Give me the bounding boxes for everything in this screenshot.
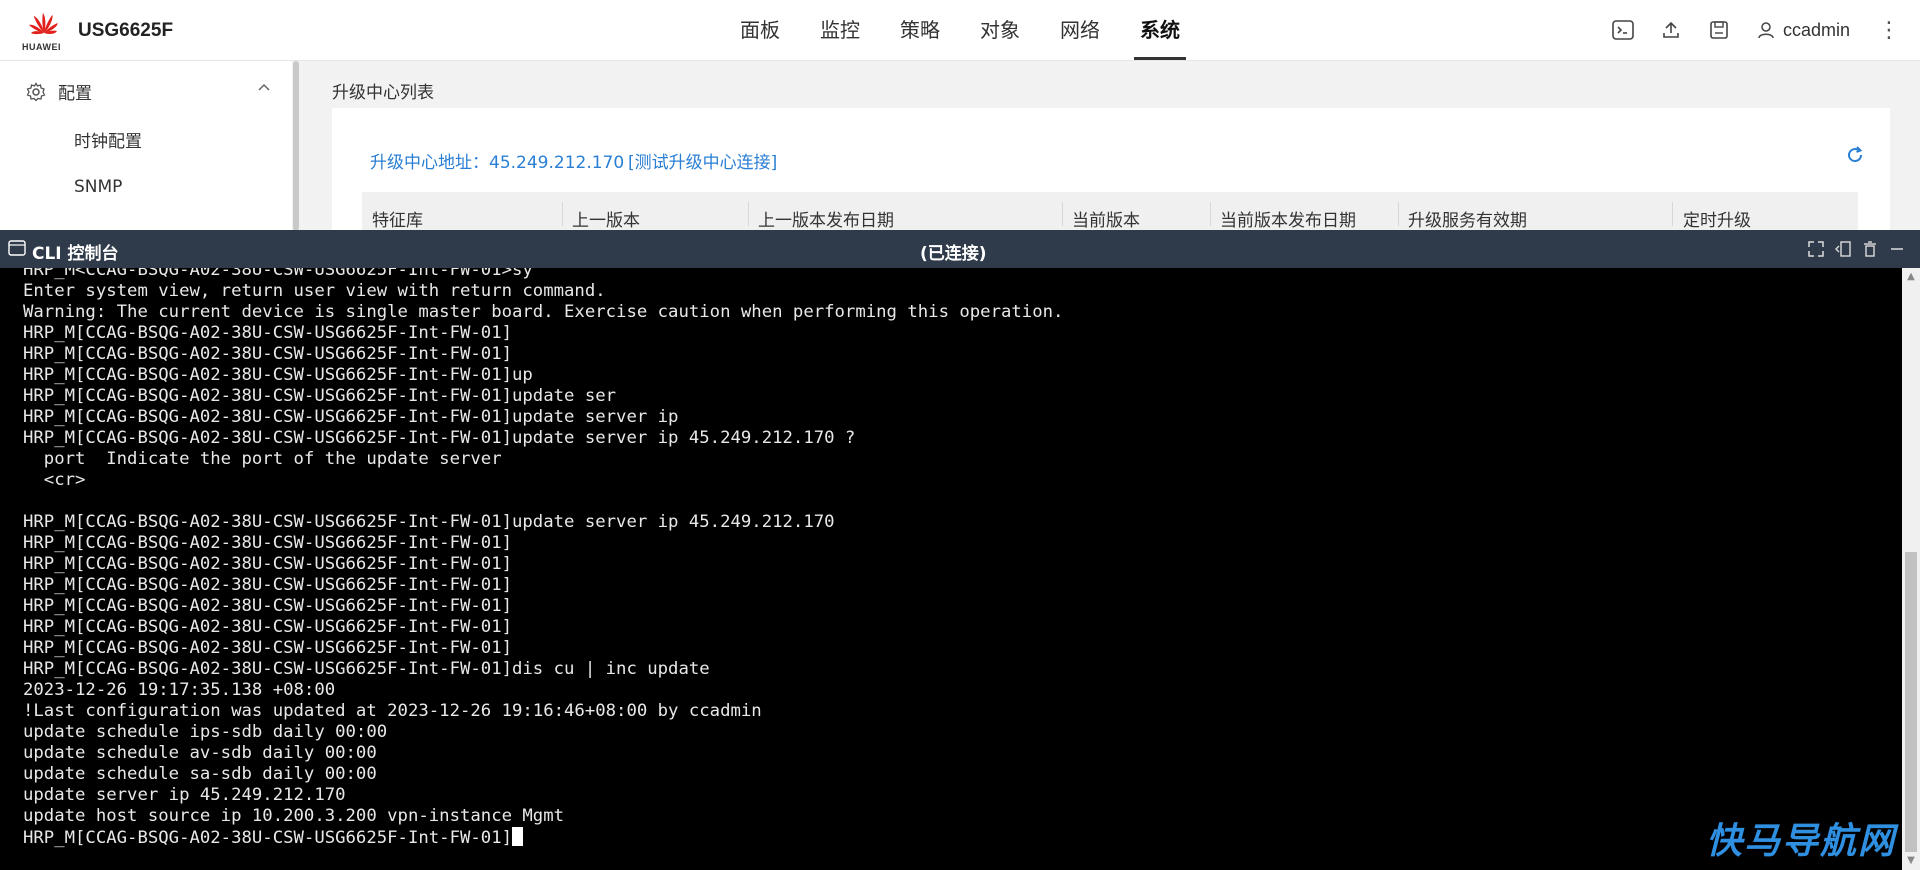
update-center-address: 升级中心地址：45.249.212.170 — [370, 153, 625, 173]
scroll-up-icon[interactable]: ▲ — [1906, 272, 1916, 282]
terminal-line: HRP_M[CCAG-BSQG-A02-38U-CSW-USG6625F-Int… — [23, 575, 512, 595]
terminal-line: HRP_M[CCAG-BSQG-A02-38U-CSW-USG6625F-Int… — [23, 638, 512, 658]
terminal-line: HRP_M[CCAG-BSQG-A02-38U-CSW-USG6625F-Int… — [23, 323, 512, 343]
clear-icon[interactable] — [1861, 240, 1879, 258]
gear-icon — [26, 81, 46, 101]
cli-titlebar: CLI 控制台 (已连接) — [0, 230, 1920, 268]
refresh-icon[interactable] — [1846, 146, 1864, 164]
column-header: 当前版本 — [1072, 211, 1140, 231]
terminal-line: !Last configuration was updated at 2023-… — [23, 701, 762, 721]
terminal-line: <cr> — [43, 470, 86, 490]
console-icon — [8, 240, 26, 256]
nav-network[interactable]: 网络 — [1048, 0, 1112, 60]
column-divider — [1672, 202, 1673, 226]
column-divider — [1210, 202, 1211, 226]
terminal-line: update schedule av-sdb daily 00:00 — [23, 743, 377, 763]
terminal-line: HRP_M[CCAG-BSQG-A02-38U-CSW-USG6625F-Int… — [23, 596, 512, 616]
nav-monitor[interactable]: 监控 — [808, 0, 872, 60]
save-icon[interactable] — [1707, 18, 1731, 42]
terminal-line: update server ip 45.249.212.170 — [23, 785, 346, 805]
nav-policy[interactable]: 策略 — [888, 0, 952, 60]
terminal-line: 2023-12-26 19:17:35.138 +08:00 — [23, 680, 336, 700]
terminal-history: HRP_M<CCAG-BSQG-A02-38U-CSW-USG6625F-Int… — [23, 268, 1063, 826]
top-header: HUAWEI USG6625F 面板 监控 策略 对象 网络 系统 ccadmi… — [0, 0, 1920, 61]
dock-icon[interactable] — [1834, 240, 1852, 258]
maximize-icon[interactable] — [1807, 240, 1825, 258]
username: ccadmin — [1782, 19, 1850, 40]
column-header: 升级服务有效期 — [1408, 211, 1527, 231]
update-center-card: 升级中心地址：45.249.212.170 [测试升级中心连接] 特征库 上一版… — [332, 108, 1890, 238]
terminal-line: update schedule sa-sdb daily 00:00 — [23, 764, 377, 784]
minimize-icon[interactable] — [1888, 240, 1906, 258]
product-name: USG6625F — [78, 20, 174, 41]
terminal-line: HRP_M[CCAG-BSQG-A02-38U-CSW-USG6625F-Int… — [23, 386, 617, 406]
sidebar-item-clock[interactable]: 时钟配置 — [74, 127, 142, 152]
nav-dashboard[interactable]: 面板 — [728, 0, 792, 60]
terminal-line: HRP_M[CCAG-BSQG-A02-38U-CSW-USG6625F-Int… — [23, 533, 512, 553]
terminal-line: HRP_M[CCAG-BSQG-A02-38U-CSW-USG6625F-Int… — [23, 617, 512, 637]
site-watermark: 快马导航网 — [1705, 821, 1896, 862]
sidebar: 配置 时钟配置 SNMP — [0, 61, 292, 231]
terminal-icon[interactable] — [1611, 18, 1635, 42]
column-header: 上一版本发布日期 — [758, 211, 894, 231]
upload-icon[interactable] — [1659, 18, 1683, 42]
cli-status: (已连接) — [920, 244, 987, 264]
terminal-line: HRP_M[CCAG-BSQG-A02-38U-CSW-USG6625F-Int… — [23, 407, 679, 427]
column-header: 当前版本发布日期 — [1220, 211, 1356, 231]
terminal-prompt: HRP_M[CCAG-BSQG-A02-38U-CSW-USG6625F-Int… — [23, 828, 512, 848]
terminal-line: port Indicate the port of the update ser… — [43, 449, 502, 469]
test-connection-link[interactable]: [测试升级中心连接] — [628, 148, 777, 173]
terminal-line: HRP_M[CCAG-BSQG-A02-38U-CSW-USG6625F-Int… — [23, 365, 533, 385]
sidebar-scrollbar[interactable] — [293, 61, 299, 231]
main-nav: 面板 监控 策略 对象 网络 系统 — [728, 0, 1208, 60]
column-divider — [1398, 202, 1399, 226]
terminal-line: update host source ip 10.200.3.200 vpn-i… — [23, 806, 565, 826]
terminal-line: HRP_M[CCAG-BSQG-A02-38U-CSW-USG6625F-Int… — [23, 512, 835, 532]
terminal-scroll-thumb[interactable] — [1905, 552, 1917, 852]
nav-object[interactable]: 对象 — [968, 0, 1032, 60]
user-menu[interactable]: ccadmin — [1757, 20, 1850, 41]
terminal-line: Warning: The current device is single ma… — [23, 302, 1064, 322]
sidebar-group-config[interactable]: 配置 — [26, 79, 271, 104]
column-header: 上一版本 — [572, 211, 640, 231]
column-divider — [562, 202, 563, 226]
terminal-line: HRP_M[CCAG-BSQG-A02-38U-CSW-USG6625F-Int… — [23, 344, 512, 364]
terminal-output: HRP_M<CCAG-BSQG-A02-38U-CSW-USG6625F-Int… — [23, 268, 1063, 849]
terminal-line: Enter system view, return user view with… — [23, 281, 606, 301]
logo-text: HUAWEI — [22, 42, 61, 52]
user-icon — [1758, 22, 1774, 39]
column-divider — [1062, 202, 1063, 226]
chevron-up-icon[interactable] — [257, 81, 271, 95]
terminal-line: HRP_M[CCAG-BSQG-A02-38U-CSW-USG6625F-Int… — [23, 428, 856, 448]
cli-terminal[interactable]: HRP_M<CCAG-BSQG-A02-38U-CSW-USG6625F-Int… — [0, 268, 1902, 870]
terminal-cursor — [512, 827, 523, 846]
sidebar-group-label: 配置 — [58, 84, 92, 104]
cli-title: CLI 控制台 — [32, 244, 119, 264]
column-divider — [748, 202, 749, 226]
scroll-down-icon[interactable]: ▼ — [1906, 856, 1916, 866]
terminal-line: update schedule ips-sdb daily 00:00 — [23, 722, 388, 742]
terminal-line: HRP_M[CCAG-BSQG-A02-38U-CSW-USG6625F-Int… — [23, 554, 512, 574]
column-header: 定时升级 — [1683, 211, 1751, 231]
top-actions: ccadmin ⋮ — [1587, 0, 1900, 60]
more-icon[interactable]: ⋮ — [1878, 18, 1900, 43]
column-header: 特征库 — [372, 211, 423, 231]
cli-toolbar — [1798, 240, 1906, 258]
nav-system[interactable]: 系统 — [1128, 0, 1192, 60]
sidebar-item-snmp[interactable]: SNMP — [74, 177, 122, 197]
terminal-line: HRP_M<CCAG-BSQG-A02-38U-CSW-USG6625F-Int… — [23, 268, 533, 280]
terminal-line: HRP_M[CCAG-BSQG-A02-38U-CSW-USG6625F-Int… — [23, 659, 710, 679]
page-title: 升级中心列表 — [332, 83, 434, 103]
